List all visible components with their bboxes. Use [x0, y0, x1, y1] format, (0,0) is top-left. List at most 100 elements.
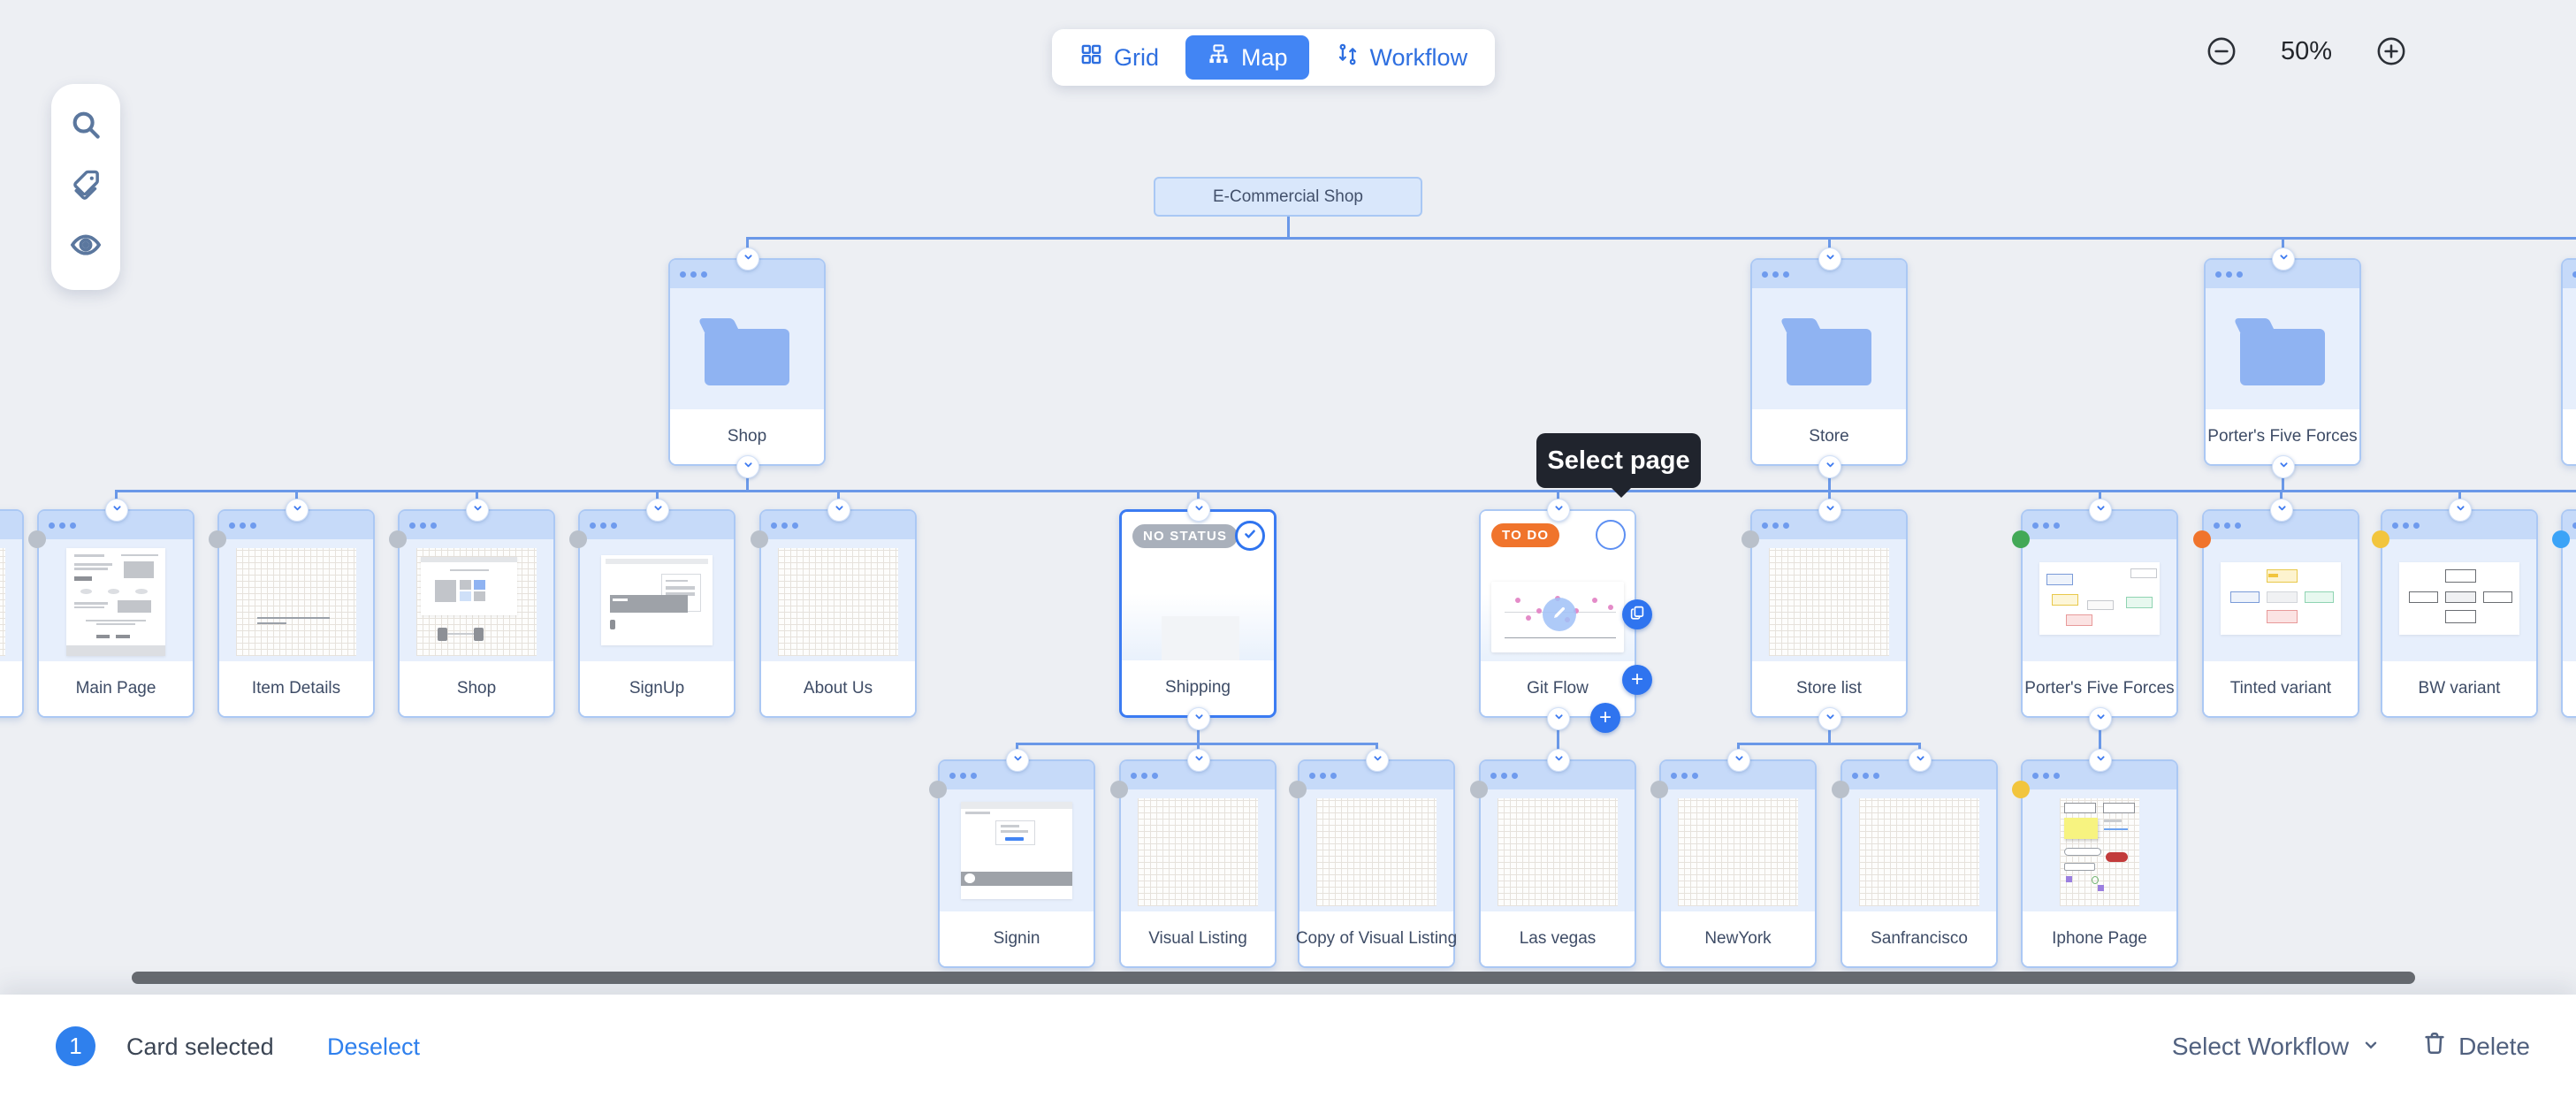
- connector-handle[interactable]: [2089, 707, 2112, 730]
- page-card[interactable]: ShippingNO STATUS: [1119, 509, 1277, 718]
- view-toggle-grid[interactable]: Grid: [1058, 35, 1180, 80]
- page-card[interactable]: About Us: [759, 509, 917, 718]
- header-dot: [1762, 522, 1768, 529]
- folder-icon: [1787, 329, 1871, 385]
- status-dot-gray[interactable]: [389, 530, 407, 548]
- page-card[interactable]: SignUp: [578, 509, 735, 718]
- page-card[interactable]: Signin: [938, 759, 1095, 968]
- page-card[interactable]: Visual Listing: [1119, 759, 1277, 968]
- horizontal-scrollbar[interactable]: [132, 972, 2415, 984]
- page-card[interactable]: [0, 509, 24, 718]
- delete-button[interactable]: Delete: [2421, 1030, 2530, 1063]
- connector-handle[interactable]: [1547, 749, 1570, 772]
- connector-handle[interactable]: [1187, 707, 1210, 730]
- page-card[interactable]: Porter's Five Forces: [2021, 509, 2178, 718]
- sitemap-canvas[interactable]: GridMapWorkflow 50% E-Commercial Shop Sh…: [0, 0, 2576, 1098]
- status-dot-gray[interactable]: [1110, 781, 1128, 798]
- status-dot-yellow[interactable]: [2012, 781, 2030, 798]
- connector-handle[interactable]: [1818, 248, 1841, 271]
- card-body: [1842, 789, 1996, 911]
- card-checkbox[interactable]: [1596, 520, 1626, 550]
- connector-handle[interactable]: [1909, 749, 1932, 772]
- card-checkbox-checked[interactable]: [1235, 521, 1265, 551]
- add-sibling-page-button[interactable]: +: [1590, 703, 1620, 733]
- status-dot-gray[interactable]: [1741, 530, 1759, 548]
- page-card[interactable]: BW variant: [2381, 509, 2538, 718]
- connector-handle[interactable]: [2272, 455, 2295, 478]
- status-dot-gray[interactable]: [209, 530, 226, 548]
- status-dot-gray[interactable]: [28, 530, 46, 548]
- page-card[interactable]: Sanfrancisco: [1841, 759, 1998, 968]
- status-dot-gray[interactable]: [569, 530, 587, 548]
- status-dot-gray[interactable]: [1832, 781, 1849, 798]
- connector-handle[interactable]: [1727, 749, 1750, 772]
- status-dot-orange[interactable]: [2193, 530, 2211, 548]
- connector-handle[interactable]: [2270, 499, 2293, 522]
- duplicate-page-button[interactable]: [1622, 599, 1652, 629]
- connector-handle[interactable]: [1187, 499, 1210, 522]
- connector-handle[interactable]: [2449, 499, 2472, 522]
- connector-handle[interactable]: [736, 248, 759, 271]
- page-card[interactable]: Store list: [1750, 509, 1908, 718]
- edit-page-button[interactable]: [1543, 598, 1576, 631]
- connector-handle[interactable]: [466, 499, 489, 522]
- view-toggle-map[interactable]: Map: [1185, 35, 1309, 80]
- status-dot-gray[interactable]: [1650, 781, 1668, 798]
- status-dot-gray[interactable]: [1289, 781, 1307, 798]
- view-toggle-workflow[interactable]: Workflow: [1315, 35, 1490, 80]
- card-header: [2563, 260, 2576, 288]
- connector-handle[interactable]: [736, 455, 759, 478]
- header-dot: [2224, 522, 2230, 529]
- selection-label: Card selected: [126, 1033, 274, 1061]
- add-child-page-button[interactable]: +: [1622, 665, 1652, 695]
- connector-handle[interactable]: [1818, 455, 1841, 478]
- connector-handle[interactable]: [1818, 707, 1841, 730]
- card-title: About Us: [804, 679, 873, 698]
- connector-handle[interactable]: [286, 499, 309, 522]
- page-card[interactable]: Copy of Visual Listing: [1298, 759, 1455, 968]
- folder-card[interactable]: Porter's Five Forces: [2204, 258, 2361, 466]
- connector-handle[interactable]: [2089, 499, 2112, 522]
- page-card[interactable]: Iphone Page: [2021, 759, 2178, 968]
- root-node[interactable]: E-Commercial Shop: [1154, 177, 1422, 217]
- page-card[interactable]: [2561, 509, 2576, 718]
- chevron-down-icon: [291, 501, 304, 519]
- status-dot-yellow[interactable]: [2372, 530, 2389, 548]
- status-dot-blue[interactable]: [2552, 530, 2570, 548]
- connector-handle[interactable]: [1547, 707, 1570, 730]
- status-dot-green[interactable]: [2012, 530, 2030, 548]
- page-card[interactable]: Item Details: [217, 509, 375, 718]
- connector-handle[interactable]: [2272, 248, 2295, 271]
- page-card[interactable]: Main Page: [37, 509, 194, 718]
- status-dot-gray[interactable]: [751, 530, 768, 548]
- eye-tool-button[interactable]: [67, 229, 104, 266]
- connector-handle[interactable]: [2089, 749, 2112, 772]
- page-card[interactable]: Tinted variant: [2202, 509, 2359, 718]
- card-body: [1481, 789, 1635, 911]
- connector-handle[interactable]: [1187, 749, 1210, 772]
- connector-handle[interactable]: [646, 499, 669, 522]
- tag-tool-button[interactable]: [67, 168, 104, 205]
- connector-handle[interactable]: [1547, 499, 1570, 522]
- folder-card[interactable]: [2561, 258, 2576, 466]
- page-thumbnail: [66, 548, 165, 656]
- status-dot-gray[interactable]: [929, 781, 947, 798]
- zoom-in-button[interactable]: [2375, 35, 2407, 67]
- page-card[interactable]: Shop: [398, 509, 555, 718]
- zoom-out-button[interactable]: [2206, 35, 2237, 67]
- header-dot: [1671, 773, 1677, 779]
- deselect-link[interactable]: Deselect: [327, 1033, 420, 1061]
- connector-handle[interactable]: [1006, 749, 1029, 772]
- connector-handle[interactable]: [1818, 499, 1841, 522]
- status-dot-gray[interactable]: [1470, 781, 1488, 798]
- page-thumbnail: [778, 548, 898, 656]
- folder-card[interactable]: Store: [1750, 258, 1908, 466]
- connector-handle[interactable]: [827, 499, 850, 522]
- folder-card[interactable]: Shop: [668, 258, 826, 466]
- page-card[interactable]: NewYork: [1659, 759, 1817, 968]
- page-card[interactable]: Las vegas: [1479, 759, 1636, 968]
- connector-handle[interactable]: [105, 499, 128, 522]
- connector-handle[interactable]: [1366, 749, 1389, 772]
- select-workflow-dropdown[interactable]: Select Workflow: [2172, 1033, 2381, 1061]
- search-tool-button[interactable]: [67, 108, 104, 145]
